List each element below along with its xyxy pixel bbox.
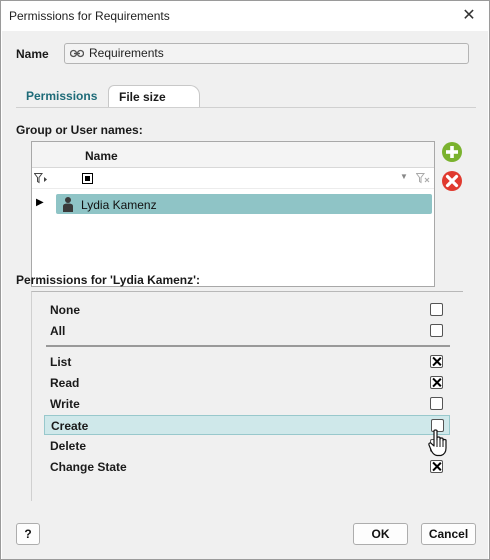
permission-label: All	[50, 324, 66, 338]
permission-label: Write	[50, 397, 80, 411]
chevron-down-icon[interactable]: ▼	[400, 172, 408, 181]
user-name: Lydia Kamenz	[81, 198, 157, 212]
type-filter-square[interactable]	[82, 173, 93, 184]
permission-delete[interactable]: Delete	[44, 436, 450, 456]
link-icon	[70, 49, 84, 58]
permissions-dialog: Permissions for Requirements ✕ Name Requ…	[0, 0, 490, 560]
window-title: Permissions for Requirements	[9, 9, 170, 23]
permission-label: Change State	[50, 460, 127, 474]
permission-label: Read	[50, 376, 80, 390]
group-user-label: Group or User names:	[16, 123, 143, 137]
hand-cursor-icon	[428, 429, 447, 457]
name-value: Requirements	[89, 46, 164, 60]
checkbox[interactable]	[430, 460, 443, 473]
checkbox[interactable]	[430, 355, 443, 368]
permission-create[interactable]: Create	[44, 415, 450, 435]
divider	[46, 345, 450, 347]
permission-label: Create	[51, 419, 89, 433]
permission-label: Delete	[50, 439, 87, 453]
permissions-for-label: Permissions for 'Lydia Kamenz':	[16, 273, 200, 287]
name-label: Name	[16, 47, 49, 61]
checkbox[interactable]	[430, 397, 443, 410]
permission-list[interactable]: List	[44, 352, 450, 372]
tab-permissions[interactable]: Permissions	[16, 85, 106, 107]
user-row[interactable]: Lydia Kamenz	[56, 194, 432, 214]
plus-circle-icon[interactable]	[441, 141, 463, 163]
tab-file-size[interactable]: File size	[108, 85, 200, 107]
filter-row[interactable]: ▼	[32, 169, 434, 189]
column-header-name[interactable]: Name	[85, 149, 118, 163]
permission-label: None	[50, 303, 80, 317]
name-field[interactable]: Requirements	[64, 43, 469, 64]
users-grid[interactable]: Name ▼ ▶ Lydia Kamenz	[31, 141, 435, 287]
checkbox[interactable]	[430, 376, 443, 389]
grid-header: Name	[32, 142, 434, 168]
dialog-body: Name Requirements Permissions File size …	[2, 31, 488, 559]
permission-label: List	[50, 355, 72, 369]
checkbox[interactable]	[430, 324, 443, 337]
filter-icon[interactable]	[34, 173, 48, 184]
permission-none[interactable]: None	[44, 300, 450, 320]
cancel-button[interactable]: Cancel	[421, 523, 476, 545]
expand-arrow-icon[interactable]: ▶	[36, 197, 44, 208]
permission-change-state[interactable]: Change State	[44, 457, 450, 477]
clear-filter-icon[interactable]	[416, 173, 430, 184]
help-button[interactable]: ?	[16, 523, 40, 545]
remove-circle-icon[interactable]	[441, 170, 463, 192]
permission-all[interactable]: All	[44, 321, 450, 341]
user-icon	[63, 197, 73, 212]
ok-button[interactable]: OK	[353, 523, 408, 545]
permission-write[interactable]: Write	[44, 394, 450, 414]
checkbox[interactable]	[430, 303, 443, 316]
permissions-list: None All List Read Write Create Delete C…	[31, 291, 463, 501]
permission-read[interactable]: Read	[44, 373, 450, 393]
close-button[interactable]: ✕	[459, 6, 479, 26]
title-bar: Permissions for Requirements ✕	[1, 1, 489, 31]
